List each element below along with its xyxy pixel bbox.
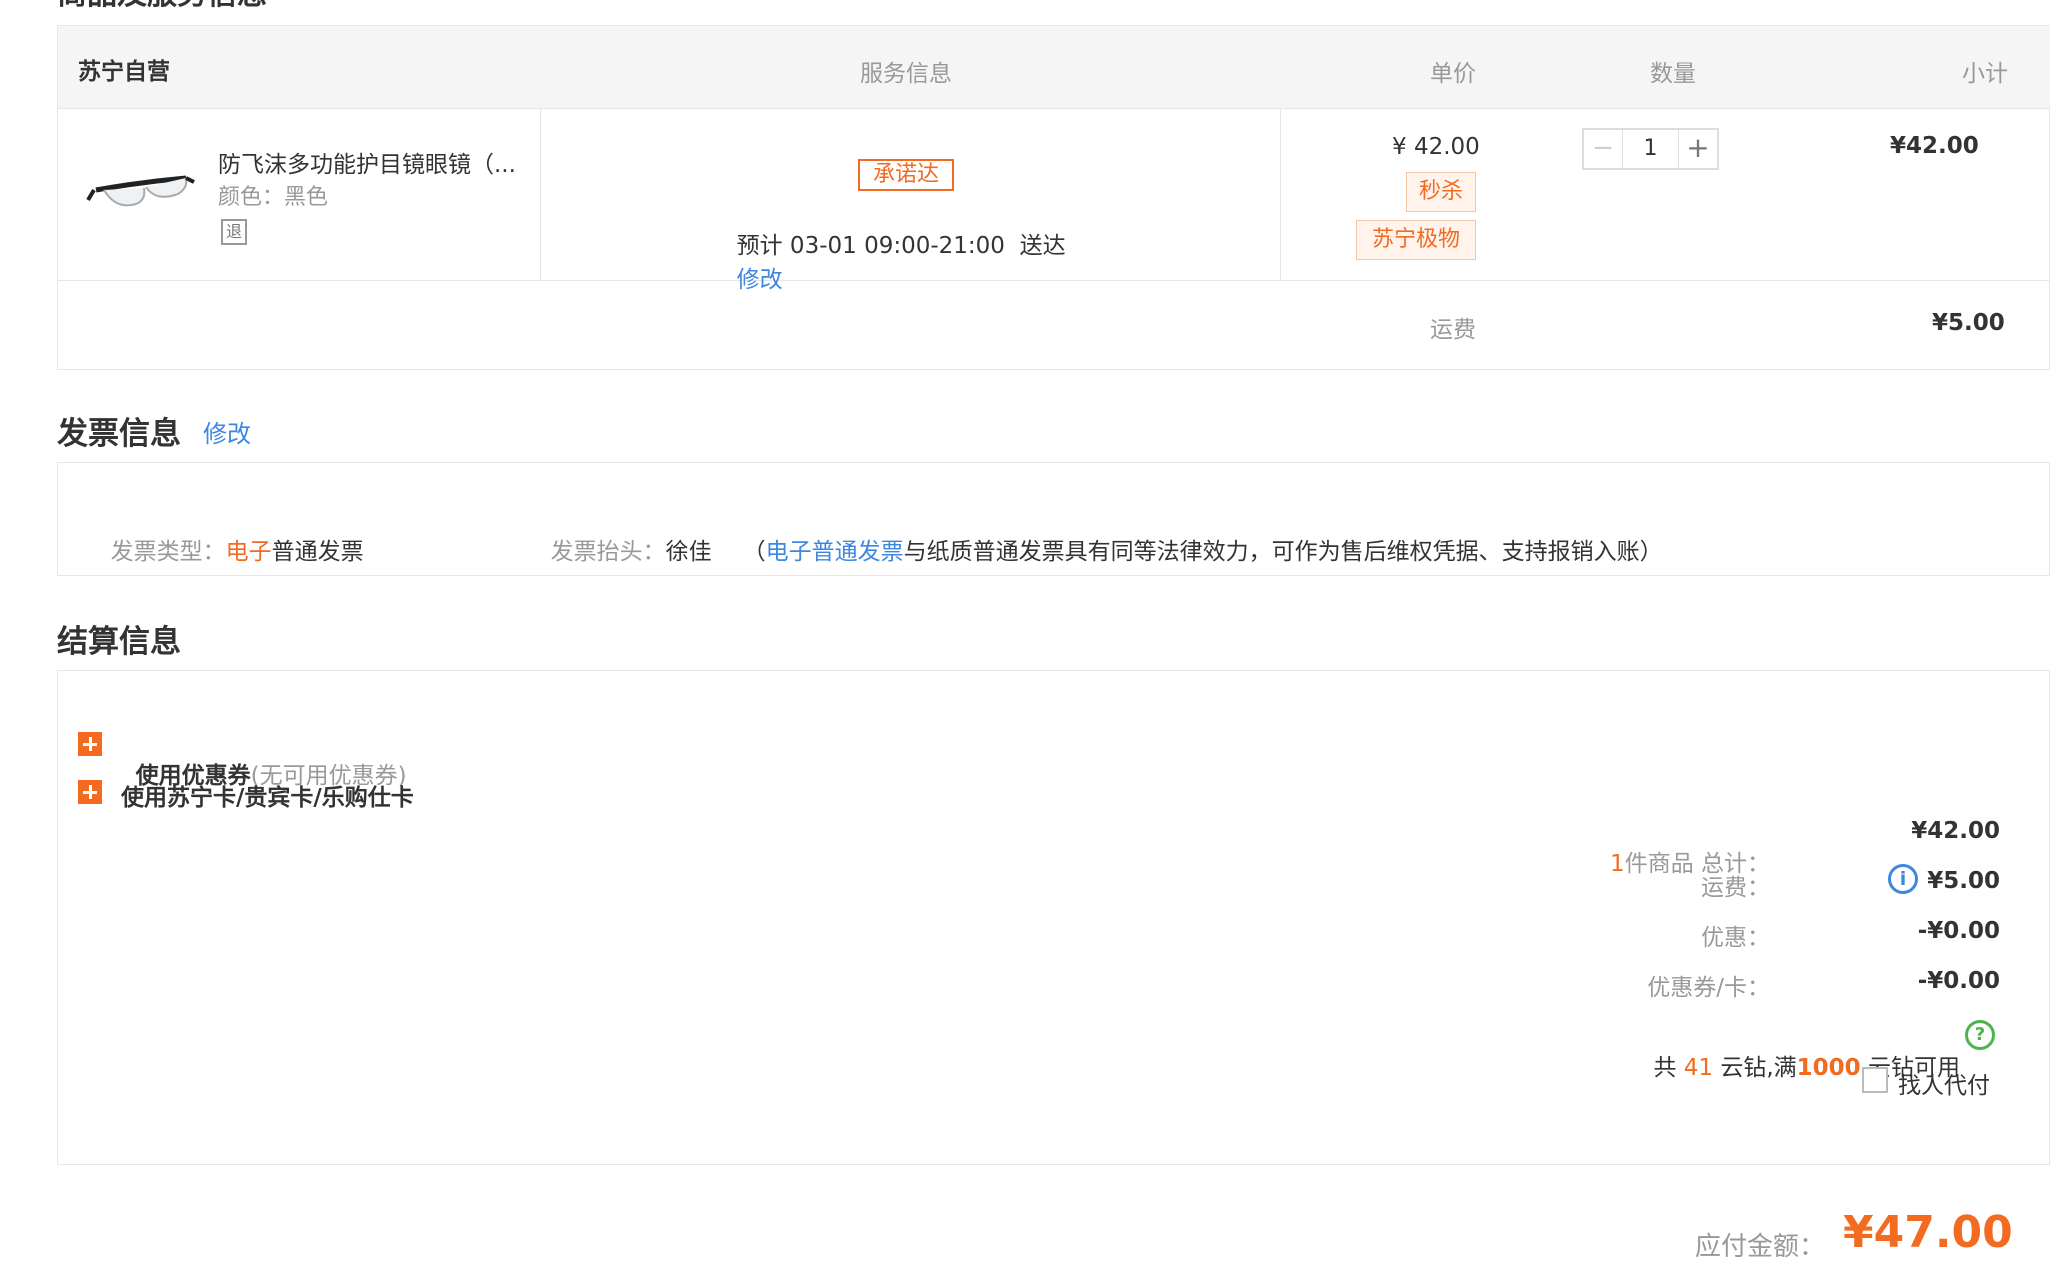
items-section-title: 商品及服务信息	[57, 0, 267, 12]
color-label: 颜色：	[218, 185, 285, 210]
invoice-type: 发票类型：电子普通发票	[96, 506, 364, 566]
diamond-count: 41	[1683, 1055, 1714, 1081]
help-icon[interactable]: ?	[1965, 1020, 1995, 1050]
expand-card-icon[interactable]	[78, 780, 102, 804]
color-value: 黑色	[284, 185, 329, 210]
invoice-type-prefix: 电子	[225, 539, 272, 565]
delivery-info: 预计 03-01 09:00-21:00 送达 修改	[722, 200, 1066, 294]
cloud-diamond-info: 共 41 云钻,满1000 云钻可用	[1500, 1022, 1960, 1082]
invoice-note-open: （	[742, 539, 766, 565]
item-subtotal: ¥42.00	[1890, 133, 1979, 159]
proxy-pay-checkbox[interactable]	[1862, 1067, 1888, 1093]
payable-label: 应付金额：	[1695, 1232, 1826, 1262]
delivery-modify-link[interactable]: 修改	[737, 267, 783, 293]
diamond-mid: 云钻,满	[1720, 1055, 1797, 1081]
delivery-text: 预计 03-01 09:00-21:00 送达	[736, 233, 1066, 259]
header-service: 服务信息	[860, 61, 952, 87]
product-color: 颜色：黑色	[218, 179, 328, 211]
invoice-header: 发票抬头：徐佳	[536, 506, 712, 566]
unit-price: ¥ 42.00	[1392, 134, 1480, 160]
quantity-stepper: − 1 +	[1582, 128, 1719, 170]
card-option[interactable]: 使用苏宁卡/贵宾卡/乐购仕卡	[121, 778, 414, 812]
quantity-value[interactable]: 1	[1622, 130, 1679, 168]
store-name: 苏宁自营	[78, 59, 170, 85]
coupon-card-label: 优惠券/卡：	[1647, 975, 1770, 1001]
tag-suning-jiwu: 苏宁极物	[1356, 220, 1476, 260]
discount-value: -¥0.00	[1917, 918, 2000, 944]
product-name[interactable]: 防飞沫多功能护目镜眼镜（...	[218, 145, 533, 179]
invoice-title: 发票信息	[57, 416, 181, 452]
decrease-button[interactable]: −	[1584, 130, 1622, 168]
increase-button[interactable]: +	[1679, 130, 1717, 168]
invoice-header-value: 徐佳	[665, 539, 712, 565]
invoice-modify-link[interactable]: 修改	[203, 414, 251, 449]
tag-flash-sale: 秒杀	[1406, 172, 1476, 212]
return-icon: 退	[221, 219, 247, 245]
freight-value: ¥5.00	[1927, 868, 2000, 894]
invoice-type-suffix: 普通发票	[271, 539, 364, 565]
expand-coupon-icon[interactable]	[78, 732, 102, 756]
freight-label: 运费：	[1701, 875, 1770, 901]
header-quantity: 数量	[1650, 61, 1696, 87]
invoice-header-label: 发票抬头：	[550, 539, 666, 565]
items-table-header	[58, 26, 2050, 108]
diamond-threshold: 1000	[1796, 1055, 1861, 1081]
invoice-note-rest: 与纸质普通发票具有同等法律效力，可作为售后维权凭据、支持报销入账）	[903, 539, 1663, 565]
settlement-title: 结算信息	[57, 624, 181, 660]
payable-value: ¥47.00	[1843, 1207, 2013, 1258]
diamond-pre: 共	[1653, 1055, 1677, 1081]
header-unit-price: 单价	[1430, 61, 1476, 87]
coupon-card-value: -¥0.00	[1917, 968, 2000, 994]
shipping-label: 运费	[1430, 317, 1476, 343]
proxy-pay-label[interactable]: 找人代付	[1898, 1066, 1990, 1100]
product-image[interactable]	[86, 160, 196, 230]
total-value: ¥42.00	[1911, 818, 2000, 844]
service-badge: 承诺达	[858, 159, 954, 191]
invoice-note: （电子普通发票与纸质普通发票具有同等法律效力，可作为售后维权凭据、支持报销入账）	[728, 506, 1663, 566]
invoice-note-link[interactable]: 电子普通发票	[766, 539, 904, 565]
discount-label: 优惠：	[1701, 925, 1770, 951]
header-subtotal: 小计	[1962, 61, 2008, 87]
shipping-value: ¥5.00	[1932, 310, 2005, 336]
invoice-type-label: 发票类型：	[110, 539, 226, 565]
